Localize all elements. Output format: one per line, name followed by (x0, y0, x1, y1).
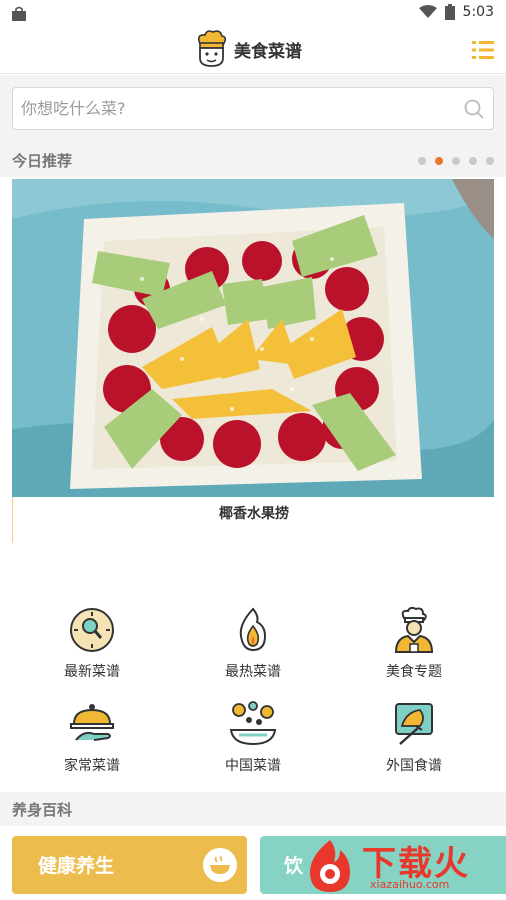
category-label: 家常菜谱 (64, 758, 120, 774)
notification-bag-icon (12, 6, 26, 21)
category-label: 外国食谱 (386, 758, 442, 774)
category-latest[interactable]: 最新菜谱 (8, 606, 176, 698)
menu-list-icon[interactable] (470, 37, 496, 63)
fruit-salad-photo (12, 179, 494, 497)
watermark: 下载火 xiazaihuo.com (300, 836, 506, 896)
carousel-dot[interactable] (418, 157, 426, 165)
category-label: 中国菜谱 (225, 758, 281, 774)
app-brand: 美食菜谱 (194, 30, 302, 68)
chef-logo-icon (198, 30, 227, 67)
carousel-dot[interactable] (486, 157, 494, 165)
recommend-banner-image[interactable] (12, 179, 494, 497)
status-bar: 5:03 (0, 0, 506, 28)
chinese-dishes-icon (229, 701, 277, 746)
category-topics[interactable]: 美食专题 (330, 606, 498, 698)
flame-icon (239, 607, 267, 652)
search-input[interactable] (21, 88, 461, 129)
search-area (0, 75, 506, 143)
health-card[interactable]: 健康养生 (12, 836, 247, 894)
bowl-icon (203, 848, 237, 882)
recommend-header: 今日推荐 (0, 143, 506, 177)
banner-caption: 椰香水果捞 (12, 497, 494, 543)
category-label: 最新菜谱 (64, 664, 120, 680)
chef-icon (394, 606, 434, 653)
carousel-dot[interactable] (469, 157, 477, 165)
status-time: 5:03 (462, 4, 494, 20)
health-card-label: 健康养生 (38, 855, 115, 877)
category-grid: 最新菜谱 最热菜谱 美食专题 家常菜谱 中国菜谱 外国食谱 (0, 600, 506, 788)
carousel-dot[interactable] (452, 157, 460, 165)
category-label: 最热菜谱 (225, 664, 281, 680)
banner-caption-text: 椰香水果捞 (219, 506, 289, 522)
category-label: 美食专题 (386, 664, 442, 680)
watermark-logo-icon (310, 840, 350, 892)
recommend-title: 今日推荐 (12, 152, 73, 170)
wifi-icon (418, 5, 437, 18)
health-title: 养身百科 (12, 801, 73, 819)
search-icon[interactable] (463, 98, 485, 120)
watermark-url: xiazaihuo.com (370, 878, 450, 891)
clock-search-icon (70, 608, 114, 652)
serving-tray-icon (70, 704, 114, 741)
search-box (12, 87, 494, 130)
carousel-indicator (418, 157, 494, 165)
app-bar: 美食菜谱 (0, 28, 506, 74)
battery-icon (444, 4, 455, 20)
western-food-icon (395, 703, 433, 745)
category-homestyle[interactable]: 家常菜谱 (8, 700, 176, 792)
category-chinese[interactable]: 中国菜谱 (169, 700, 337, 792)
health-header: 养身百科 (0, 792, 506, 826)
category-foreign[interactable]: 外国食谱 (330, 700, 498, 792)
category-hottest[interactable]: 最热菜谱 (169, 606, 337, 698)
carousel-dot[interactable] (435, 157, 443, 165)
app-title: 美食菜谱 (234, 41, 302, 62)
